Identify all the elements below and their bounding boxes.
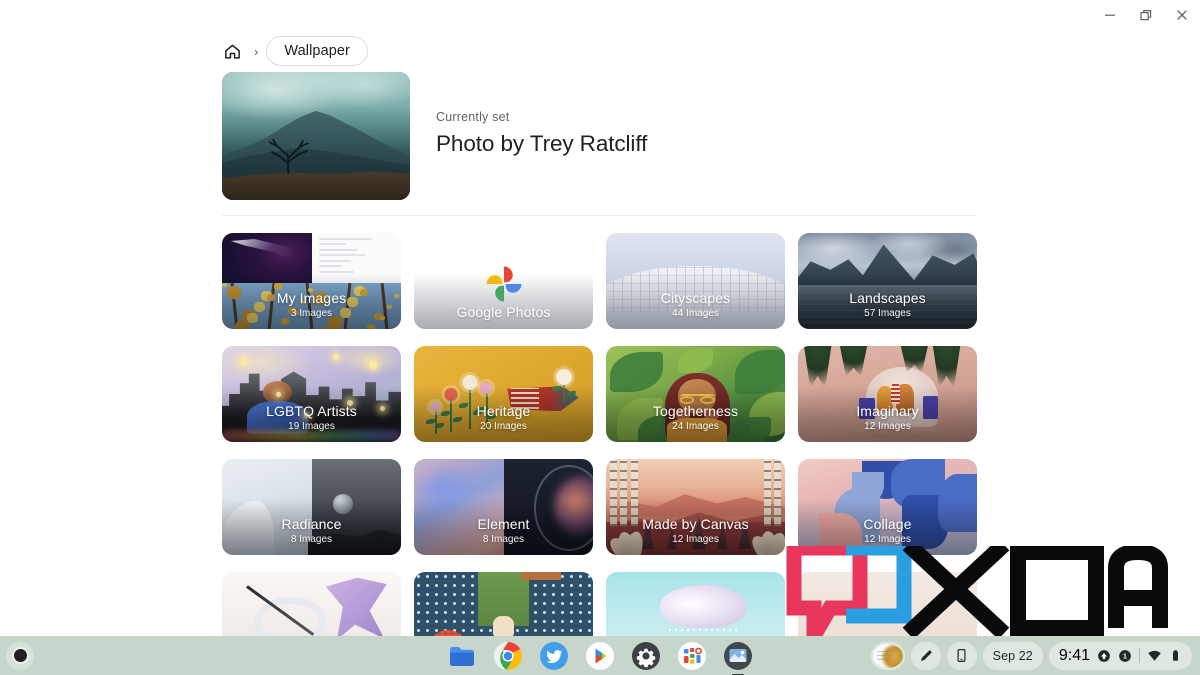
wifi-icon[interactable]	[1147, 648, 1162, 663]
wallpaper-picker-window: › Wallpaper Currently set Photo by Trey …	[0, 0, 1200, 675]
tile-scrim	[414, 499, 593, 555]
current-wallpaper-preview[interactable]	[222, 72, 410, 200]
collection-tile[interactable]: Heritage 20 Images	[414, 346, 593, 442]
tile-scrim	[798, 386, 977, 442]
collection-tile[interactable]: Collage 12 Images	[798, 459, 977, 555]
twitter-icon[interactable]	[539, 641, 569, 671]
collection-tile[interactable]: LGBTQ Artists 19 Images	[222, 346, 401, 442]
tile-scrim	[414, 273, 593, 329]
home-icon[interactable]	[218, 37, 246, 65]
shelf: Sep 22 9:41 1	[0, 636, 1200, 675]
phone-glyph	[954, 648, 969, 663]
collection-tile[interactable]: Togetherness 24 Images	[606, 346, 785, 442]
date-pill[interactable]: Sep 22	[982, 641, 1043, 670]
clock-label: 9:41	[1058, 646, 1090, 664]
chrome-icon[interactable]	[493, 641, 523, 671]
collection-tile[interactable]: Landscapes 57 Images	[798, 233, 977, 329]
launcher-icon[interactable]	[6, 641, 34, 670]
wallpaper-collections-grid: My Images 3 Images Google Photos Cityscape…	[222, 233, 977, 668]
settings-icon[interactable]	[631, 641, 661, 671]
tile-scrim	[606, 386, 785, 442]
files-icon[interactable]	[447, 641, 477, 671]
close-button[interactable]	[1164, 0, 1200, 30]
wallpaper-app-icon[interactable]	[723, 641, 753, 675]
battery-icon[interactable]	[1169, 649, 1182, 662]
collection-tile[interactable]: Google Photos	[414, 233, 593, 329]
tile-scrim	[798, 499, 977, 555]
current-wallpaper-title: Photo by Trey Ratcliff	[436, 131, 648, 156]
collection-tile[interactable]: Radiance 8 Images	[222, 459, 401, 555]
restore-button[interactable]	[1128, 0, 1164, 30]
collection-tile[interactable]: Made by Canvas 12 Images	[606, 459, 785, 555]
minimize-button[interactable]	[1092, 0, 1128, 30]
breadcrumb-separator: ›	[254, 43, 259, 59]
play-store-icon[interactable]	[585, 641, 615, 671]
status-area: Sep 22 9:41 1	[870, 641, 1192, 670]
currently-set-label: Currently set	[436, 110, 510, 124]
tray-separator	[1139, 648, 1140, 663]
avatar-image	[872, 643, 903, 668]
tile-scrim	[222, 499, 401, 555]
avatar[interactable]	[870, 641, 905, 670]
stylus-glyph	[918, 648, 934, 664]
current-wallpaper-text: Currently set Photo by Trey Ratcliff	[436, 72, 647, 157]
collection-tile[interactable]: Imaginary 12 Images	[798, 346, 977, 442]
current-wallpaper-section: Currently set Photo by Trey Ratcliff	[222, 72, 647, 200]
tile-scrim	[222, 386, 401, 442]
tile-scrim	[606, 499, 785, 555]
svg-text:1: 1	[1123, 653, 1127, 660]
phone-hub-icon[interactable]	[946, 641, 977, 670]
app-grid-icon[interactable]	[677, 641, 707, 671]
window-controls	[1092, 0, 1200, 30]
preview-tree	[248, 131, 331, 175]
launcher-dot	[13, 649, 27, 662]
collection-tile[interactable]: My Images 3 Images	[222, 233, 401, 329]
collection-tile[interactable]: Cityscapes 44 Images	[606, 233, 785, 329]
breadcrumb-current-wallpaper[interactable]: Wallpaper	[266, 36, 368, 66]
collection-tile[interactable]: Element 8 Images	[414, 459, 593, 555]
tile-scrim	[414, 386, 593, 442]
breadcrumb-current-label: Wallpaper	[284, 43, 350, 59]
tile-scrim	[798, 273, 977, 329]
tile-scrim	[606, 273, 785, 329]
breadcrumb: › Wallpaper	[218, 36, 368, 66]
date-label: Sep 22	[992, 648, 1033, 663]
section-divider	[222, 215, 976, 216]
system-tray[interactable]: 9:41 1	[1048, 641, 1192, 670]
notification-badge[interactable]: 1	[1118, 649, 1132, 663]
upload-badge-icon[interactable]	[1097, 649, 1111, 663]
stylus-icon[interactable]	[910, 641, 941, 670]
shelf-app-list	[447, 641, 753, 675]
tile-scrim	[222, 273, 401, 329]
